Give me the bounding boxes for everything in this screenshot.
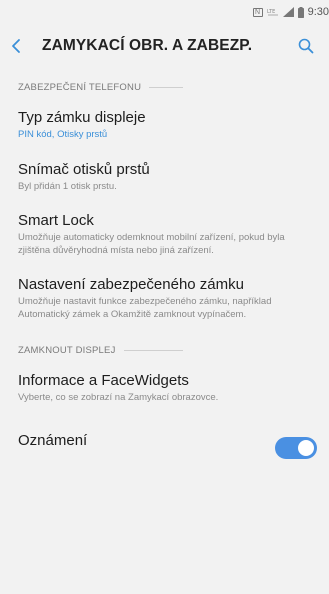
section-divider bbox=[123, 349, 183, 351]
item-title: Smart Lock bbox=[18, 212, 94, 229]
list-item-notifications[interactable]: Oznámení bbox=[0, 415, 329, 469]
list-item-info-facewidgets[interactable]: Informace a FaceWidgets Vyberte, co se z… bbox=[0, 363, 329, 415]
signal-icon bbox=[282, 7, 294, 17]
toggle-knob bbox=[297, 438, 315, 457]
item-title: Nastavení zabezpečeného zámku bbox=[18, 276, 244, 293]
item-subtitle: Umožňuje nastavit funkce zabezpečeného z… bbox=[18, 296, 272, 320]
item-subtitle: Byl přidán 1 otisk prstu. bbox=[18, 180, 117, 192]
item-title: Informace a FaceWidgets bbox=[18, 372, 189, 389]
item-title: Oznámení bbox=[18, 432, 88, 449]
notifications-toggle[interactable] bbox=[275, 436, 317, 459]
app-bar: ZAMYKACÍ OBR. A ZABEZP. bbox=[0, 24, 329, 68]
section-divider bbox=[149, 86, 183, 88]
list-item-fingerprint-scanner[interactable]: Snímač otisků prstů Byl přidán 1 otisk p… bbox=[0, 152, 329, 204]
clock: 9:30 bbox=[307, 6, 329, 18]
search-icon bbox=[298, 38, 314, 54]
battery-icon bbox=[297, 6, 304, 18]
item-subtitle: PIN kód, Otisky prstů bbox=[18, 129, 108, 140]
item-subtitle: Umožňuje automaticky odemknout mobilní z… bbox=[18, 232, 285, 256]
section-header-lock-screen: ZAMKNOUT DISPLEJ bbox=[0, 337, 329, 363]
volte-icon: LTE bbox=[267, 7, 279, 17]
chevron-left-icon bbox=[12, 39, 20, 53]
section-title: ZAMKNOUT DISPLEJ bbox=[18, 344, 116, 356]
search-button[interactable] bbox=[293, 31, 319, 61]
item-title: Typ zámku displeje bbox=[18, 109, 146, 126]
nfc-icon: N bbox=[252, 7, 263, 17]
item-title: Snímač otisků prstů bbox=[18, 160, 150, 178]
list-item-smart-lock[interactable]: Smart Lock Umožňuje automaticky odemknou… bbox=[0, 203, 329, 267]
item-subtitle: Vyberte, co se zobrazí na Zamykací obraz… bbox=[18, 392, 219, 403]
svg-text:LTE: LTE bbox=[267, 9, 275, 15]
list-item-secure-lock-settings[interactable]: Nastavení zabezpečeného zámku Umožňuje n… bbox=[0, 267, 329, 331]
page-title: ZAMYKACÍ OBR. A ZABEZP. bbox=[42, 37, 253, 54]
status-bar: N LTE 9:30 bbox=[0, 0, 329, 24]
list-item-screen-lock-type[interactable]: Typ zámku displeje PIN kód, Otisky prstů bbox=[0, 100, 329, 152]
back-button[interactable] bbox=[10, 31, 36, 61]
section-header-phone-security: ZABEZPEČENÍ TELEFONU bbox=[0, 74, 329, 100]
section-title: ZABEZPEČENÍ TELEFONU bbox=[18, 81, 142, 93]
